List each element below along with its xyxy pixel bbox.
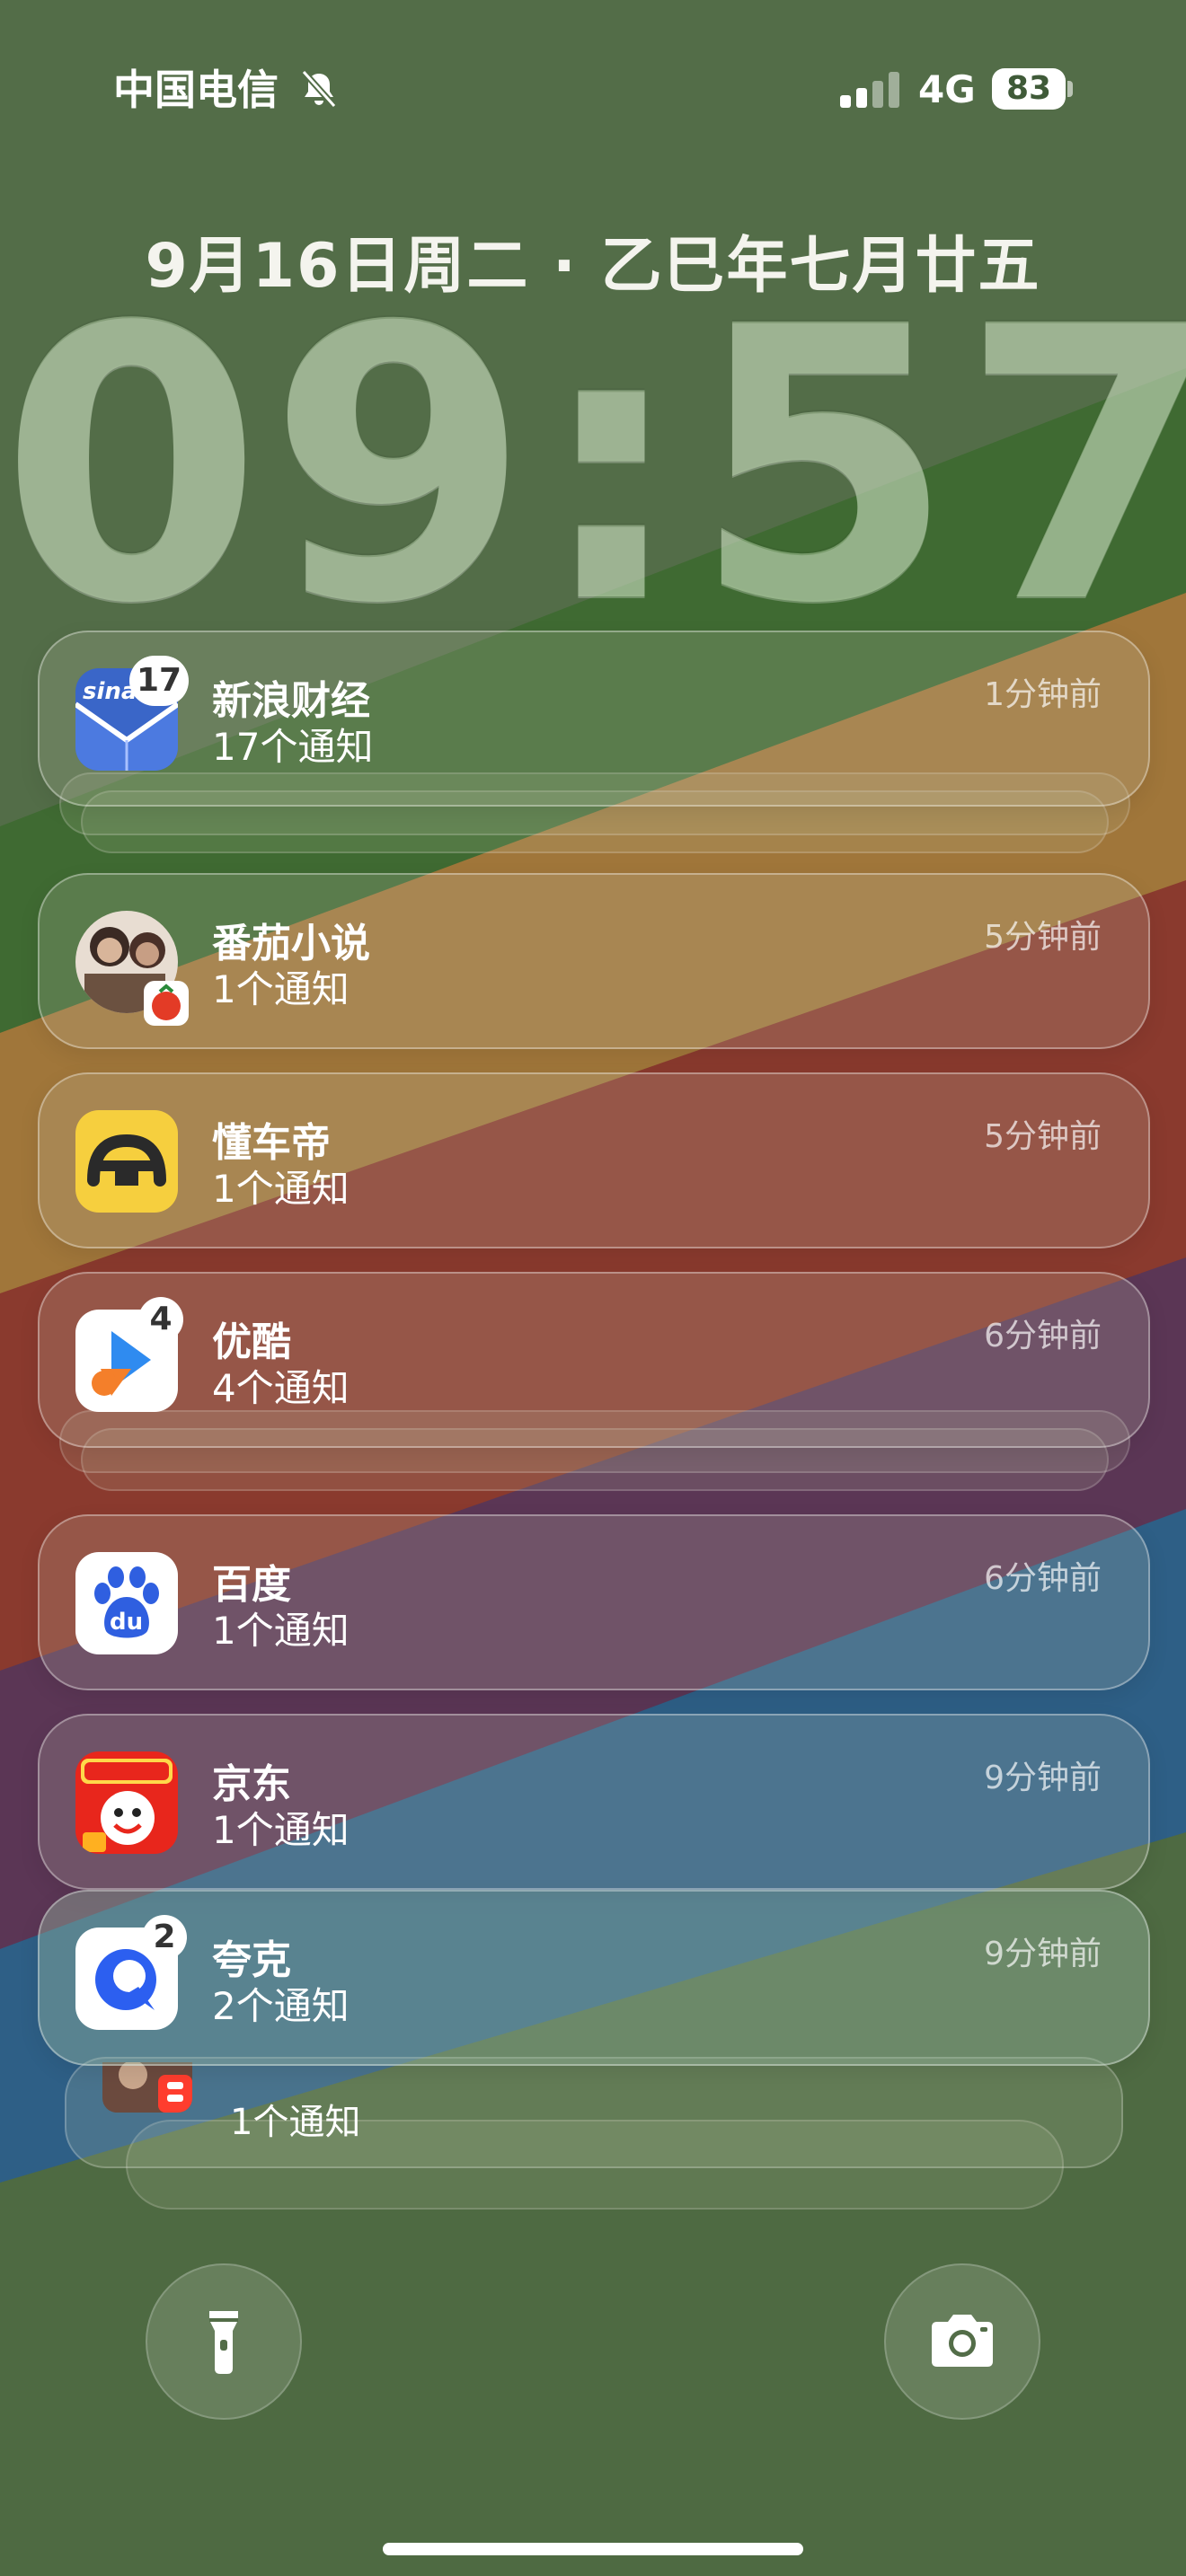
notification-baidu[interactable]: du 百度 1个通知 6分钟前 bbox=[38, 1514, 1150, 1690]
camera-button[interactable] bbox=[884, 2263, 1040, 2420]
flashlight-icon bbox=[209, 2311, 238, 2374]
notification-time: 6分钟前 bbox=[984, 1318, 1102, 1354]
notification-count: 1个通知 bbox=[212, 967, 350, 1011]
home-indicator[interactable] bbox=[383, 2543, 803, 2555]
notification-badge: 4 bbox=[138, 1297, 183, 1342]
notification-sina-finance[interactable]: sina 17 新浪财经 17个通知 1分钟前 bbox=[38, 631, 1150, 807]
battery-level: 83 bbox=[992, 68, 1066, 110]
notification-jd[interactable]: 京东 1个通知 9分钟前 bbox=[38, 1714, 1150, 1890]
battery-icon: 83 bbox=[992, 68, 1073, 110]
cellular-signal-icon bbox=[840, 70, 903, 111]
notification-count: 17个通知 bbox=[212, 725, 374, 769]
carrier-label: 中国电信 bbox=[113, 66, 279, 114]
notification-time: 9分钟前 bbox=[984, 1760, 1102, 1796]
notification-fanqie-novel[interactable]: 番茄小说 1个通知 5分钟前 bbox=[38, 873, 1150, 1049]
status-bar: 中国电信 4G 83 bbox=[0, 63, 1186, 117]
notification-badge: 2 bbox=[142, 1915, 187, 1960]
baidu-icon: du bbox=[75, 1552, 178, 1654]
svg-text:du: du bbox=[110, 1609, 143, 1636]
notification-badge: 17 bbox=[129, 656, 190, 706]
flashlight-button[interactable] bbox=[146, 2263, 302, 2420]
jd-icon bbox=[75, 1751, 178, 1854]
xiaohongshu-icon bbox=[102, 2062, 192, 2113]
notification-count: 2个通知 bbox=[212, 1984, 350, 2028]
notification-time: 6分钟前 bbox=[984, 1560, 1102, 1597]
notification-quark[interactable]: 2 夸克 2个通知 9分钟前 bbox=[38, 1890, 1150, 2066]
notification-time: 5分钟前 bbox=[984, 1118, 1102, 1155]
lock-clock[interactable]: 09:57 bbox=[0, 269, 1186, 665]
camera-icon bbox=[932, 2315, 993, 2367]
notification-youku[interactable]: 4 优酷 4个通知 6分钟前 bbox=[38, 1272, 1150, 1448]
notification-dongchedi[interactable]: 懂车帝 1个通知 5分钟前 bbox=[38, 1072, 1150, 1248]
tomato-sub-icon bbox=[144, 981, 189, 1026]
notification-time: 5分钟前 bbox=[984, 919, 1102, 956]
notification-count: 1个通知 bbox=[212, 1167, 350, 1211]
notification-count: 4个通知 bbox=[212, 1366, 350, 1410]
bell-slash-icon bbox=[298, 68, 340, 110]
notification-time: 9分钟前 bbox=[984, 1936, 1102, 1972]
battery-cap bbox=[1067, 81, 1073, 97]
stacked-notification[interactable]: 1个通知 bbox=[65, 2057, 1123, 2168]
notification-count: 1个通知 bbox=[212, 1808, 350, 1852]
notification-time: 1分钟前 bbox=[984, 676, 1102, 713]
network-type: 4G bbox=[918, 67, 976, 111]
dongchedi-icon bbox=[75, 1110, 178, 1213]
notification-count: 1个通知 bbox=[212, 1609, 350, 1653]
stacked-notification-count: 1个通知 bbox=[230, 2102, 361, 2143]
